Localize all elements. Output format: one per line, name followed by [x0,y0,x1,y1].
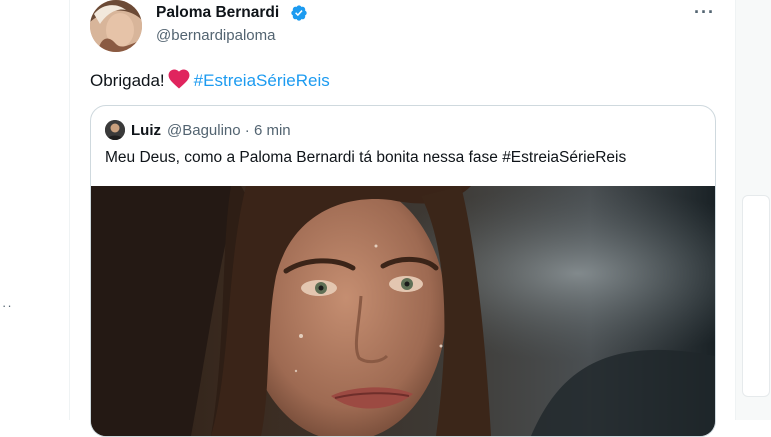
quoted-tweet[interactable]: Luiz @Bagulino · 6 min Meu Deus, como a … [90,105,716,437]
tweet[interactable]: Paloma Bernardi @bernardipaloma ··· Obri… [70,0,735,437]
quote-author-handle-time[interactable]: @Bagulino · 6 min [167,122,291,139]
author-name[interactable]: Paloma Bernardi [156,4,279,22]
quote-media-image[interactable] [91,186,715,436]
hashtag-link[interactable]: #EstreiaSérieReis [194,71,330,90]
tweet-text-main: Obrigada! [90,71,165,90]
quote-text: Meu Deus, como a Paloma Bernardi tá boni… [105,149,627,166]
verified-badge-icon [291,5,307,21]
quote-author-avatar-image [105,120,125,140]
author-handle[interactable]: @bernardipaloma [156,27,275,44]
more-options-icon[interactable]: ··· [694,2,715,23]
author-avatar-image [90,0,142,52]
red-heart-icon [168,69,190,89]
author-avatar[interactable] [90,0,142,52]
tweet-text: Obrigada! #EstreiaSérieReis [90,69,330,91]
right-sidebar-card [742,195,770,397]
sidebar-more-icon[interactable]: ·· [2,298,13,313]
left-sidebar-edge [0,0,70,420]
quote-photo [91,186,715,436]
quote-author-name[interactable]: Luiz [131,122,161,139]
quote-author-avatar[interactable] [105,120,125,140]
